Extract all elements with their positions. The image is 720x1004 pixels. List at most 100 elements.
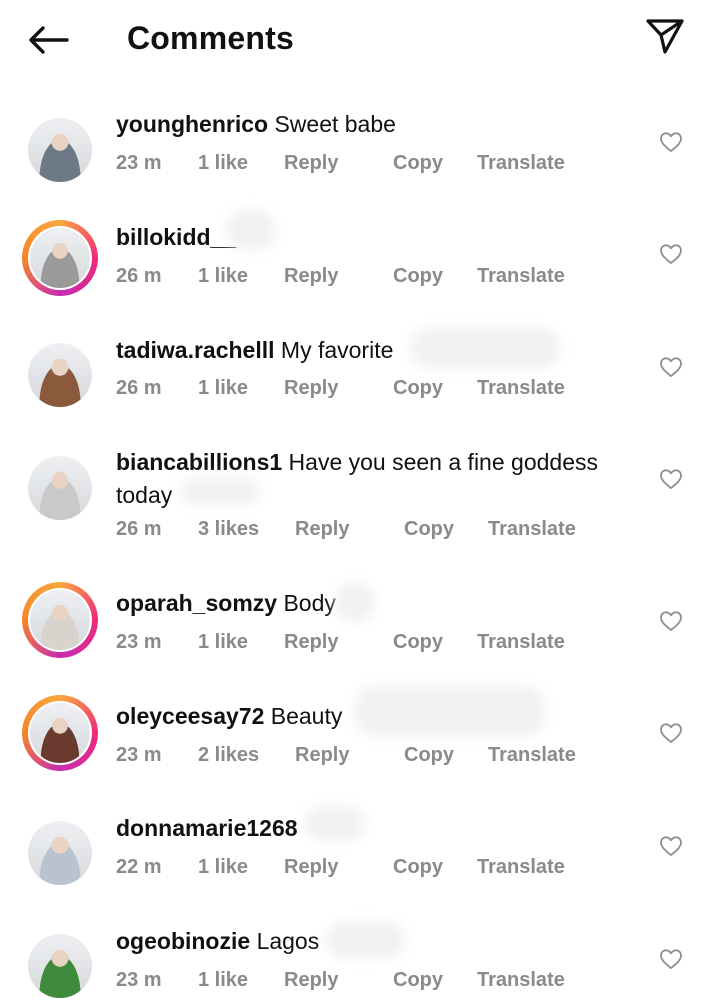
comment-time: 26 m	[116, 377, 162, 399]
like-button[interactable]	[656, 464, 686, 494]
heart-icon	[660, 723, 682, 743]
comment-username[interactable]: ogeobinozie	[116, 928, 250, 954]
heart-icon	[660, 836, 682, 856]
reply-button[interactable]: Reply	[284, 851, 338, 883]
like-button[interactable]	[656, 239, 686, 269]
copy-button[interactable]: Copy	[393, 626, 443, 658]
translate-button[interactable]: Translate	[477, 372, 565, 404]
avatar-frame[interactable]	[22, 815, 98, 891]
avatar	[28, 118, 92, 182]
comment-time: 23 m	[116, 631, 162, 653]
reply-button[interactable]: Reply	[284, 626, 338, 658]
like-count[interactable]: 1 like	[198, 260, 248, 292]
reply-button[interactable]: Reply	[295, 513, 349, 545]
avatar-frame[interactable]	[22, 928, 98, 1004]
heart-icon	[660, 244, 682, 264]
translate-button[interactable]: Translate	[477, 851, 565, 883]
heart-icon	[660, 132, 682, 152]
comment-time: 23 m	[116, 969, 162, 991]
story-ring[interactable]	[22, 695, 98, 771]
comment-time: 26 m	[116, 265, 162, 287]
redaction-blur	[410, 328, 560, 368]
copy-button[interactable]: Copy	[393, 260, 443, 292]
like-button[interactable]	[656, 606, 686, 636]
reply-button[interactable]: Reply	[284, 964, 338, 996]
avatar	[28, 934, 92, 998]
comment-body: Body	[283, 590, 336, 616]
translate-button[interactable]: Translate	[488, 739, 576, 771]
reply-button[interactable]: Reply	[295, 739, 349, 771]
avatar	[28, 821, 92, 885]
like-button[interactable]	[656, 127, 686, 157]
story-ring[interactable]	[22, 582, 98, 658]
story-ring[interactable]	[22, 220, 98, 296]
comment-username[interactable]: billokidd__	[116, 224, 236, 250]
comment-text: oparah_somzy Body	[116, 587, 636, 620]
redaction-blur	[325, 922, 405, 958]
heart-icon	[660, 469, 682, 489]
translate-button[interactable]: Translate	[477, 260, 565, 292]
copy-button[interactable]: Copy	[393, 372, 443, 404]
comment-time: 26 m	[116, 518, 162, 540]
like-count[interactable]: 3 likes	[198, 513, 259, 545]
comment-username[interactable]: oleyceesay72	[116, 703, 264, 729]
comment-time: 23 m	[116, 744, 162, 766]
avatar-frame[interactable]	[22, 450, 98, 526]
comment-username[interactable]: tadiwa.rachelll	[116, 337, 275, 363]
translate-button[interactable]: Translate	[477, 147, 565, 179]
copy-button[interactable]: Copy	[393, 964, 443, 996]
reply-button[interactable]: Reply	[284, 260, 338, 292]
translate-button[interactable]: Translate	[477, 964, 565, 996]
comment-body: Beauty	[270, 703, 343, 729]
like-count[interactable]: 1 like	[198, 626, 248, 658]
comment-text: billokidd__	[116, 221, 636, 254]
like-count[interactable]: 1 like	[198, 147, 248, 179]
like-button[interactable]	[656, 831, 686, 861]
avatar	[30, 228, 90, 288]
comment-username[interactable]: biancabillions1	[116, 449, 282, 475]
like-button[interactable]	[656, 352, 686, 382]
avatar	[28, 456, 92, 520]
comment-username[interactable]: oparah_somzy	[116, 590, 277, 616]
heart-icon	[660, 611, 682, 631]
like-count[interactable]: 1 like	[198, 372, 248, 404]
avatar-border	[28, 588, 92, 652]
translate-button[interactable]: Translate	[488, 513, 576, 545]
like-count[interactable]: 2 likes	[198, 739, 259, 771]
redaction-blur	[305, 806, 365, 840]
copy-button[interactable]: Copy	[404, 513, 454, 545]
comment-time: 22 m	[116, 856, 162, 878]
like-count[interactable]: 1 like	[198, 964, 248, 996]
redaction-blur	[180, 478, 260, 504]
like-button[interactable]	[656, 944, 686, 974]
comment-text: younghenrico Sweet babe	[116, 108, 636, 141]
reply-button[interactable]: Reply	[284, 372, 338, 404]
comment-body: Sweet babe	[274, 111, 396, 137]
avatar-frame[interactable]	[22, 112, 98, 188]
avatar	[30, 703, 90, 763]
like-button[interactable]	[656, 718, 686, 748]
copy-button[interactable]: Copy	[393, 851, 443, 883]
comment-body: My favorite	[280, 337, 394, 363]
copy-button[interactable]: Copy	[404, 739, 454, 771]
comment-username[interactable]: donnamarie1268	[116, 815, 298, 841]
avatar-frame[interactable]	[22, 337, 98, 413]
comment-body: Have you seen a fine goddess	[288, 449, 598, 475]
heart-icon	[660, 357, 682, 377]
comment-list: younghenrico Sweet babe 23 m 1 like Reply Co…	[0, 0, 720, 998]
avatar-border	[28, 226, 92, 290]
comment-body-continued: today	[116, 482, 173, 508]
redaction-blur	[355, 686, 545, 736]
comment-username[interactable]: younghenrico	[116, 111, 268, 137]
comment-time: 23 m	[116, 152, 162, 174]
reply-button[interactable]: Reply	[284, 147, 338, 179]
redaction-blur	[335, 582, 375, 622]
heart-icon	[660, 949, 682, 969]
redaction-blur	[226, 210, 276, 250]
avatar-border	[28, 701, 92, 765]
translate-button[interactable]: Translate	[477, 626, 565, 658]
like-count[interactable]: 1 like	[198, 851, 248, 883]
copy-button[interactable]: Copy	[393, 147, 443, 179]
comment-body: Lagos	[256, 928, 320, 954]
avatar	[28, 343, 92, 407]
